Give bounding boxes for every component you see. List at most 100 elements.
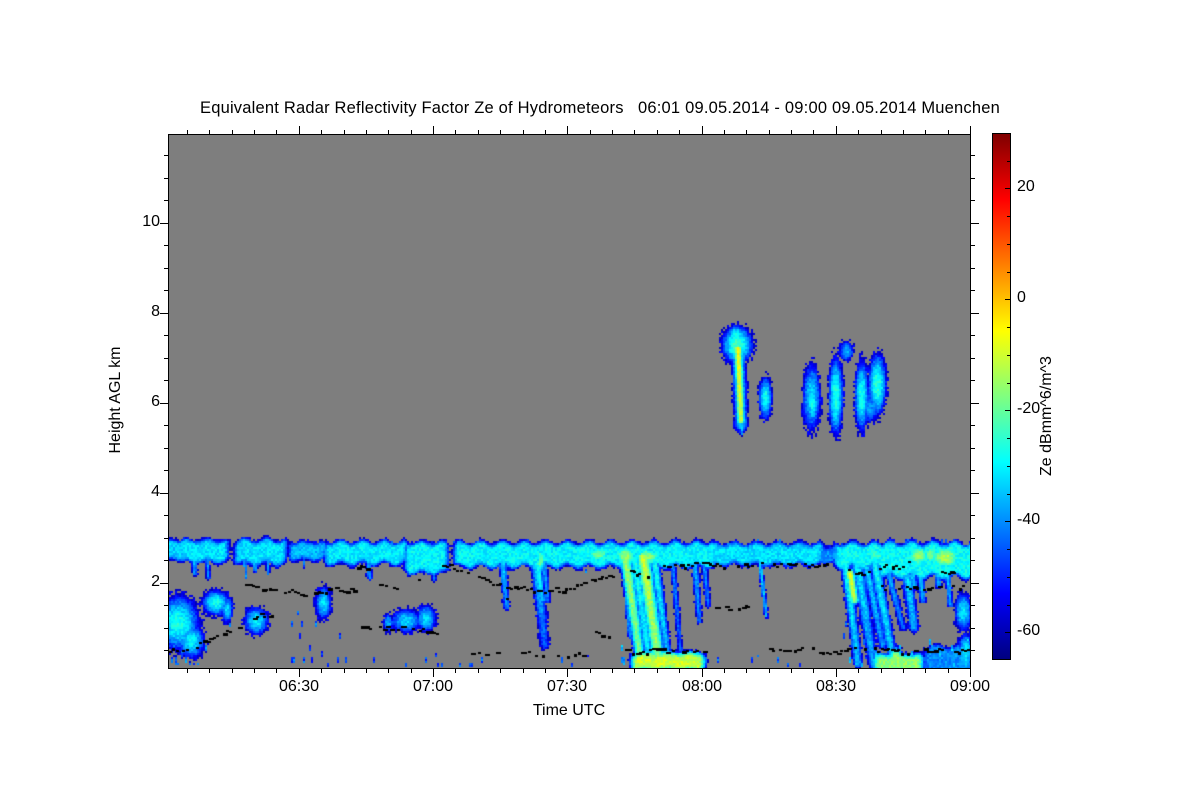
y-tick-label: 8 xyxy=(151,303,160,320)
x-minor-tick xyxy=(254,130,255,134)
y-major-tick xyxy=(971,493,979,494)
y-minor-tick xyxy=(971,628,975,629)
y-minor-tick xyxy=(971,380,975,381)
x-minor-tick xyxy=(791,130,792,134)
colorbar-minor-tick xyxy=(1007,549,1010,550)
y-minor-tick xyxy=(164,245,168,246)
x-major-tick xyxy=(702,126,703,134)
x-minor-tick xyxy=(612,669,613,673)
x-major-tick xyxy=(836,126,837,134)
y-minor-tick xyxy=(971,178,975,179)
x-minor-tick xyxy=(657,669,658,673)
x-tick-label: 08:30 xyxy=(815,678,857,695)
colorbar-minor-tick xyxy=(1007,355,1010,356)
y-minor-tick xyxy=(971,560,975,561)
colorbar-major-tick xyxy=(1005,410,1010,411)
y-tick-label: 2 xyxy=(151,573,160,590)
colorbar-tick-label: 20 xyxy=(1017,178,1035,195)
y-minor-tick xyxy=(164,425,168,426)
x-minor-tick xyxy=(881,669,882,673)
x-minor-tick xyxy=(679,130,680,134)
colorbar-major-tick xyxy=(1005,632,1010,633)
y-major-tick xyxy=(160,493,168,494)
x-minor-tick xyxy=(344,130,345,134)
x-minor-tick xyxy=(411,130,412,134)
y-minor-tick xyxy=(164,358,168,359)
colorbar-minor-tick xyxy=(1007,466,1010,467)
x-minor-tick xyxy=(881,130,882,134)
colorbar-minor-tick xyxy=(1007,161,1010,162)
x-minor-tick xyxy=(791,669,792,673)
y-minor-tick xyxy=(971,650,975,651)
y-minor-tick xyxy=(164,268,168,269)
x-minor-tick xyxy=(948,130,949,134)
x-minor-tick xyxy=(545,130,546,134)
y-minor-tick xyxy=(164,448,168,449)
colorbar-minor-tick xyxy=(1007,577,1010,578)
colorbar-minor-tick xyxy=(1007,327,1010,328)
x-major-tick xyxy=(299,126,300,134)
x-major-tick xyxy=(970,669,971,677)
x-tick-label: 07:30 xyxy=(546,678,588,695)
x-axis-label: Time UTC xyxy=(532,702,606,719)
x-minor-tick xyxy=(858,669,859,673)
x-minor-tick xyxy=(366,130,367,134)
x-major-tick xyxy=(567,126,568,134)
y-minor-tick xyxy=(164,290,168,291)
colorbar-major-tick xyxy=(1005,521,1010,522)
y-minor-tick xyxy=(164,470,168,471)
y-tick-label: 4 xyxy=(151,483,160,500)
y-minor-tick xyxy=(164,335,168,336)
x-minor-tick xyxy=(903,130,904,134)
x-minor-tick xyxy=(925,669,926,673)
x-minor-tick xyxy=(500,130,501,134)
colorbar-tick-label: -40 xyxy=(1017,511,1041,528)
colorbar-tick-label: -60 xyxy=(1017,622,1041,639)
x-tick-label: 06:30 xyxy=(278,678,320,695)
colorbar-minor-tick xyxy=(1007,605,1010,606)
x-minor-tick xyxy=(478,130,479,134)
y-minor-tick xyxy=(164,560,168,561)
y-minor-tick xyxy=(164,628,168,629)
y-minor-tick xyxy=(971,605,975,606)
x-major-tick xyxy=(970,126,971,134)
x-tick-label: 09:00 xyxy=(949,678,991,695)
x-major-tick xyxy=(567,669,568,677)
x-minor-tick xyxy=(388,669,389,673)
x-minor-tick xyxy=(344,669,345,673)
y-minor-tick xyxy=(971,538,975,539)
y-minor-tick xyxy=(164,155,168,156)
x-minor-tick xyxy=(187,130,188,134)
x-minor-tick xyxy=(523,669,524,673)
y-tick-label: 10 xyxy=(142,213,160,230)
colorbar-minor-tick xyxy=(1007,494,1010,495)
x-minor-tick xyxy=(478,669,479,673)
x-major-tick xyxy=(702,669,703,677)
plot-area xyxy=(168,134,971,669)
x-minor-tick xyxy=(321,130,322,134)
y-major-tick xyxy=(971,403,979,404)
x-minor-tick xyxy=(366,669,367,673)
x-minor-tick xyxy=(903,669,904,673)
colorbar-minor-tick xyxy=(1007,216,1010,217)
x-minor-tick xyxy=(925,130,926,134)
x-minor-tick xyxy=(724,669,725,673)
y-minor-tick xyxy=(971,290,975,291)
x-minor-tick xyxy=(679,669,680,673)
x-minor-tick xyxy=(545,669,546,673)
x-minor-tick xyxy=(724,130,725,134)
x-minor-tick xyxy=(634,669,635,673)
y-minor-tick xyxy=(164,650,168,651)
colorbar-unit-label: Ze dBmm^6/m^3 xyxy=(1038,356,1055,476)
x-minor-tick xyxy=(590,130,591,134)
y-major-tick xyxy=(160,403,168,404)
y-minor-tick xyxy=(164,515,168,516)
y-minor-tick xyxy=(971,245,975,246)
x-minor-tick xyxy=(411,669,412,673)
colorbar-minor-tick xyxy=(1007,438,1010,439)
y-axis-label: Height AGL km xyxy=(107,346,124,454)
colorbar-minor-tick xyxy=(1007,244,1010,245)
x-minor-tick xyxy=(232,669,233,673)
y-minor-tick xyxy=(971,425,975,426)
x-minor-tick xyxy=(276,669,277,673)
